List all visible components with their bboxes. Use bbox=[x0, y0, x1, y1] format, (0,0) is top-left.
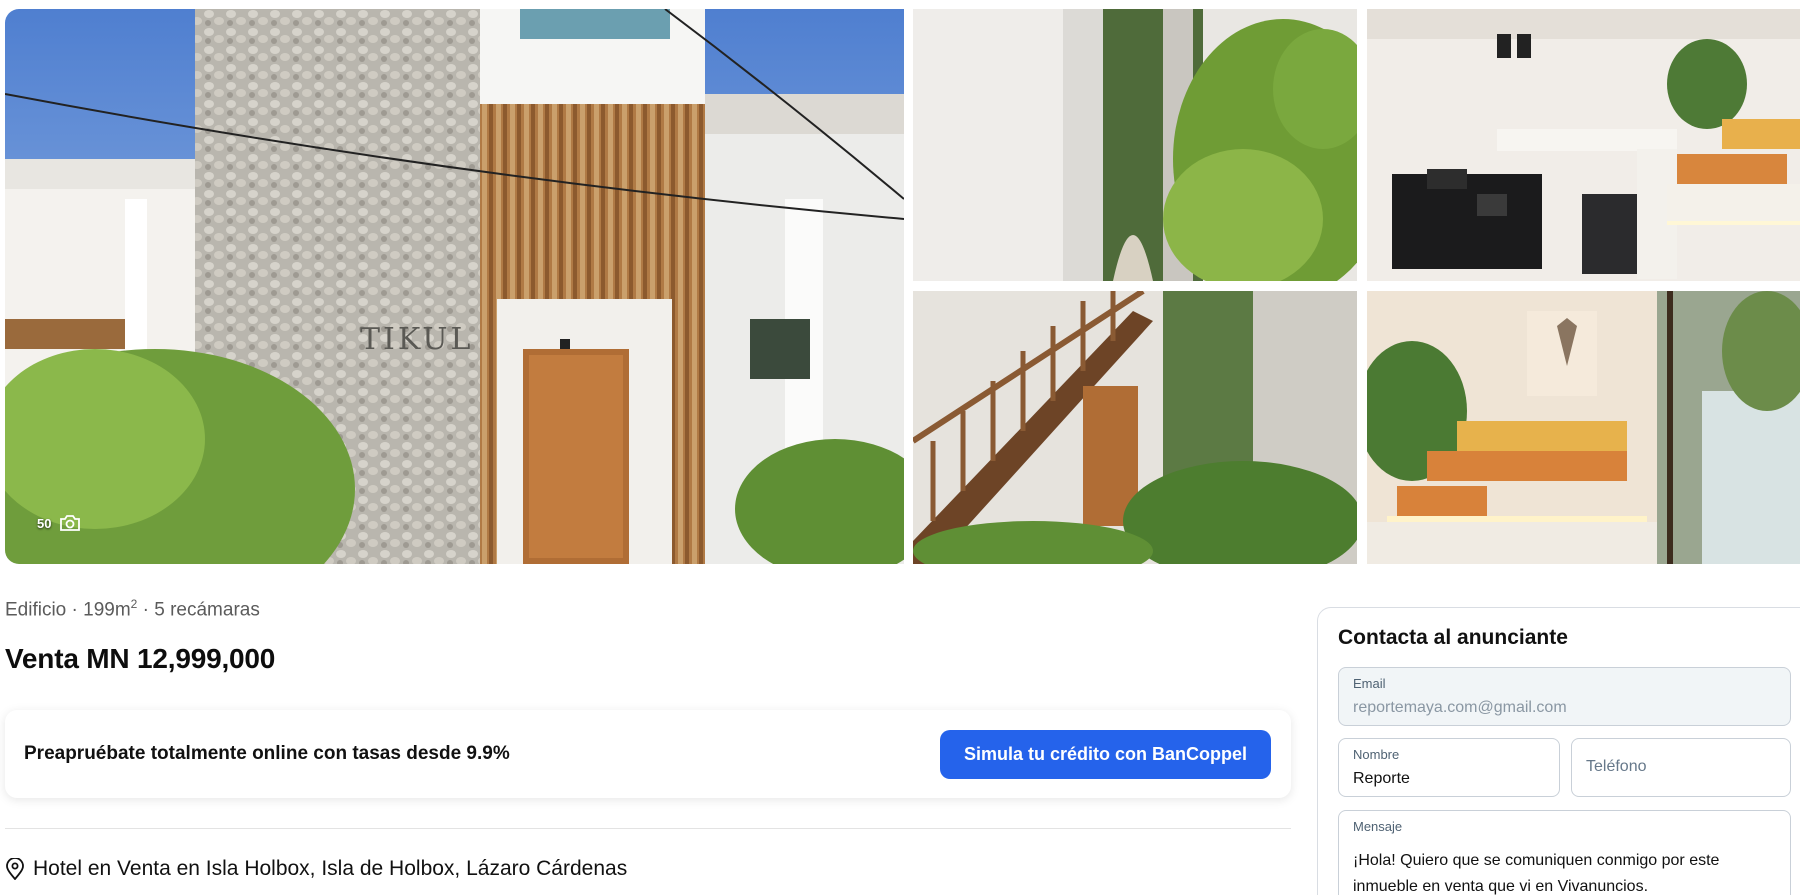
gallery-photo-5[interactable] bbox=[1367, 291, 1800, 564]
gallery-photo-3[interactable] bbox=[1367, 9, 1800, 281]
section-divider bbox=[5, 828, 1291, 829]
gallery-photo-2[interactable] bbox=[913, 9, 1357, 281]
photo-count-badge[interactable]: 50 bbox=[37, 514, 81, 532]
listing-subtitle-prefix: Edificio · 199m bbox=[5, 599, 131, 621]
gallery-photo-main[interactable]: TIKUL 50 bbox=[5, 9, 904, 564]
garden-wall-image bbox=[913, 9, 1357, 281]
room-safe-image bbox=[1367, 9, 1800, 281]
name-label: Nombre bbox=[1353, 747, 1400, 762]
promo-text: Preapruébate totalmente online con tasas… bbox=[24, 743, 510, 764]
email-label: Email bbox=[1353, 676, 1386, 691]
address-text: Hotel en Venta en Isla Holbox, Isla de H… bbox=[33, 857, 628, 880]
listing-address: Hotel en Venta en Isla Holbox, Isla de H… bbox=[5, 857, 627, 881]
location-pin-icon bbox=[6, 858, 24, 880]
simulate-credit-button[interactable]: Simula tu crédito con BanCoppel bbox=[940, 729, 1271, 779]
listing-subtitle: Edificio · 199m2 · 5 recámaras bbox=[5, 597, 260, 621]
message-label: Mensaje bbox=[1353, 819, 1403, 834]
phone-field[interactable]: Teléfono bbox=[1571, 738, 1791, 797]
name-value[interactable]: Reporte bbox=[1353, 770, 1410, 788]
room-lounge-image bbox=[1367, 291, 1800, 564]
phone-placeholder[interactable]: Teléfono bbox=[1586, 758, 1647, 776]
message-value[interactable]: ¡Hola! Quiero que se comuniquen conmigo … bbox=[1353, 848, 1776, 895]
listing-subtitle-suffix: · 5 recámaras bbox=[137, 599, 260, 621]
camera-icon bbox=[60, 515, 81, 531]
wooden-stairs-image bbox=[913, 291, 1357, 564]
svg-text:TIKUL: TIKUL bbox=[360, 322, 473, 357]
building-facade-image: TIKUL bbox=[5, 9, 904, 564]
contact-form-card: Contacta al anunciante Email reportemaya… bbox=[1317, 607, 1800, 895]
contact-title: Contacta al anunciante bbox=[1338, 626, 1568, 649]
email-field[interactable]: Email reportemaya.com@gmail.com bbox=[1338, 667, 1791, 726]
photo-count-label: 50 bbox=[37, 515, 52, 531]
credit-promo-banner: Preapruébate totalmente online con tasas… bbox=[5, 710, 1291, 798]
listing-price: Venta MN 12,999,000 bbox=[5, 643, 276, 674]
email-value[interactable]: reportemaya.com@gmail.com bbox=[1353, 699, 1567, 717]
name-field[interactable]: Nombre Reporte bbox=[1338, 738, 1560, 797]
photo-gallery: TIKUL 50 bbox=[5, 9, 1800, 564]
gallery-photo-4[interactable] bbox=[913, 291, 1357, 564]
message-field[interactable]: Mensaje ¡Hola! Quiero que se comuniquen … bbox=[1338, 810, 1791, 895]
